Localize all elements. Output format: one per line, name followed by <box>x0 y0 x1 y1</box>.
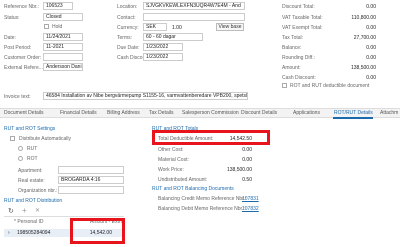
status-label: Status: <box>4 15 20 21</box>
ref-nbr-label: Reference Nbr.: <box>4 4 40 10</box>
balancing-credit-label: Balancing Credit Memo Reference Nbr.: <box>158 196 247 202</box>
vat-taxable-label: VAT Taxable Total: <box>282 15 323 21</box>
cash-discount-value: 0.00 <box>366 75 376 81</box>
real-estate-field[interactable]: BROGARDA 4:16 <box>58 176 124 184</box>
apartment-field[interactable] <box>58 166 124 174</box>
highlight-box-distribution <box>70 218 125 244</box>
invoice-text-label: Invoice text: <box>4 94 31 100</box>
org-nbr-field[interactable] <box>58 186 124 194</box>
add-icon[interactable]: + <box>22 206 27 215</box>
tab-tax-details[interactable]: Tax Details <box>149 110 173 116</box>
external-ref-label: External Refere... <box>4 65 43 71</box>
amount-value: 138,500.00 <box>350 65 376 71</box>
contact-label: Contact: <box>117 15 136 21</box>
tab-salesperson-commission[interactable]: Salesperson Commission <box>182 110 239 116</box>
org-nbr-label: Organization nbr.: <box>18 188 58 194</box>
tab-document-details[interactable]: Document Details <box>4 110 43 116</box>
rot-deductible-label: ROT and RUT deductible document <box>290 83 370 89</box>
terms-field[interactable]: 60 - 60 dagar <box>143 33 203 41</box>
ref-nbr-field[interactable]: 106523 <box>43 2 73 10</box>
post-period-field[interactable]: 11-2021 <box>43 43 83 51</box>
tax-total-label: Tax Total: <box>282 35 304 41</box>
currency-rate: 1.00 <box>172 25 182 31</box>
view-base-button[interactable]: View base <box>216 23 244 31</box>
cash-discount-label: Cash Discount: <box>282 75 316 81</box>
location-label: Location: <box>117 4 138 10</box>
balancing-credit-link[interactable]: 107831 <box>242 196 259 202</box>
real-estate-label: Real estate: <box>18 178 45 184</box>
contact-field[interactable] <box>143 13 245 21</box>
refresh-icon[interactable]: ↻ <box>8 207 14 215</box>
balancing-debit-link[interactable]: 107832 <box>242 206 259 212</box>
post-period-label: Post Period: <box>4 45 32 51</box>
invoice-text-field[interactable]: 46584 Installation av Nibe bergvärmepump… <box>43 92 248 100</box>
date-label: Date: <box>4 35 16 41</box>
tab-financial-details[interactable]: Financial Details <box>60 110 97 116</box>
grid-divider <box>4 216 124 217</box>
other-cost-value: 0.00 <box>242 147 252 153</box>
vat-exempt-label: VAT Exempt Total: <box>282 25 323 31</box>
work-price-value: 138,500.00 <box>226 167 252 173</box>
rot-label: ROT <box>27 156 38 162</box>
date-field[interactable]: 11/24/2021 <box>43 33 83 41</box>
discount-total-label: Discount Total: <box>282 4 315 10</box>
status-field[interactable]: Closed <box>43 13 83 21</box>
undistributed-value: 0.50 <box>242 177 252 183</box>
rounding-diff-value: 0.00 <box>366 55 376 61</box>
balance-label: Balance: <box>282 45 302 51</box>
rot-deductible-checkbox[interactable] <box>282 83 287 88</box>
external-ref-field[interactable]: Andersson Dani <box>43 63 83 71</box>
distribute-auto-checkbox[interactable] <box>10 136 15 141</box>
tax-total-value: 27,700.00 <box>353 35 376 41</box>
tab-applications[interactable]: Applications <box>293 110 320 116</box>
hold-label: Hold <box>52 24 63 30</box>
active-tab-indicator <box>333 117 373 119</box>
rot-settings-title: RUT and ROT Settings <box>4 126 56 132</box>
hold-checkbox[interactable] <box>44 24 49 29</box>
work-price-label: Work Price: <box>158 167 184 173</box>
rut-radio[interactable] <box>18 146 23 151</box>
balancing-debit-label: Balancing Debit Memo Reference Nbr.: <box>158 206 245 212</box>
balance-value: 0.00 <box>366 45 376 51</box>
personal-id-header: * Personal ID <box>14 219 44 225</box>
currency-field[interactable]: SEK <box>143 23 167 31</box>
row-expand-icon[interactable]: › <box>8 230 10 236</box>
rut-label: RUT <box>27 146 38 152</box>
due-date-field[interactable]: 1/23/2022 <box>143 43 183 51</box>
other-cost-label: Other Cost: <box>158 147 184 153</box>
highlight-box-totals <box>152 130 270 145</box>
rot-distribution-title: RUT and ROT Distribution <box>4 198 63 204</box>
tab-discount-details[interactable]: Discount Details <box>241 110 277 116</box>
location-field[interactable]: SJVGKVKEWLEXFN3UQR4W7E4M - And <box>143 2 245 10</box>
vat-exempt-value: 0.00 <box>366 25 376 31</box>
cash-discount-date-field[interactable]: 1/23/2022 <box>143 53 183 61</box>
undistributed-label: Undistributed Amount: <box>158 177 208 183</box>
apartment-label: Apartment: <box>18 168 43 174</box>
discount-total-value: 0.00 <box>366 4 376 10</box>
material-cost-value: 0.00 <box>242 157 252 163</box>
amount-label: Amount: <box>282 65 301 71</box>
tab-attachments[interactable]: Attachm <box>380 110 398 116</box>
due-date-label: Due Date: <box>117 45 140 51</box>
tab-rot-rut-details[interactable]: ROT/RUT Details <box>334 110 373 116</box>
material-cost-label: Material Cost: <box>158 157 189 163</box>
rounding-diff-label: Rounding Diff.: <box>282 55 315 61</box>
distribute-auto-label: Distribute Automatically <box>19 136 71 142</box>
tab-billing-address[interactable]: Billing Address <box>107 110 140 116</box>
customer-order-field[interactable] <box>43 53 83 61</box>
rot-radio[interactable] <box>18 156 23 161</box>
currency-label: Currency: <box>117 25 139 31</box>
terms-label: Terms: <box>117 35 132 41</box>
vat-taxable-value: 110,800.00 <box>351 15 376 21</box>
delete-icon[interactable]: ✕ <box>35 207 40 214</box>
personal-id-cell[interactable]: 198505284094 <box>17 230 50 236</box>
rot-balancing-title: RUT and ROT Balancing Documents <box>152 186 234 192</box>
customer-order-label: Customer Order: <box>4 55 42 61</box>
